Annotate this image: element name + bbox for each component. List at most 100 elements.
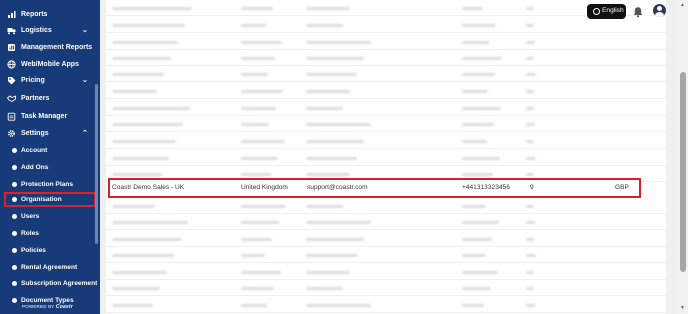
obscured-cell bbox=[306, 107, 343, 110]
sidebar-subitem-roles[interactable]: Roles bbox=[0, 226, 100, 241]
obscured-cell bbox=[462, 205, 486, 208]
table-row-obscured[interactable] bbox=[106, 0, 666, 16]
sidebar-item-management-reports[interactable]: Management Reports bbox=[0, 39, 100, 55]
obscured-cell bbox=[112, 205, 155, 208]
obscured-cell bbox=[306, 287, 343, 290]
brand-logo: Coastr bbox=[55, 304, 73, 310]
obscured-cell bbox=[462, 157, 500, 160]
sidebar-subitem-add-ons[interactable]: Add Ons bbox=[0, 160, 100, 175]
sidebar-item-label: Settings bbox=[21, 129, 49, 137]
sidebar-item-pricing[interactable]: Pricing ⌄ bbox=[0, 72, 100, 88]
table-row-obscured[interactable] bbox=[106, 66, 666, 82]
bar-chart-icon bbox=[7, 10, 16, 19]
obscured-cell bbox=[462, 7, 483, 10]
sidebar-item-partners[interactable]: Partners bbox=[0, 90, 100, 106]
sidebar-subitem-protection-plans[interactable]: Protection Plans bbox=[0, 177, 100, 192]
scroll-down-arrow-icon[interactable]: ▼ bbox=[680, 305, 685, 311]
obscured-cell bbox=[241, 140, 285, 143]
obscured-cell bbox=[112, 57, 171, 60]
obscured-cell bbox=[462, 123, 494, 126]
table-row-highlighted[interactable]: Coastr Demo Sales - UK United Kingdom su… bbox=[108, 178, 641, 198]
sidebar-item-web-mobile-apps[interactable]: Web/Mobile Apps bbox=[0, 56, 100, 72]
obscured-cell bbox=[241, 173, 271, 176]
sidebar-item-label: Subscription Agreement bbox=[21, 280, 98, 287]
obscured-cell bbox=[306, 57, 364, 60]
clipboard-icon bbox=[7, 112, 16, 121]
obscured-cell bbox=[306, 205, 343, 208]
cell-count: 9 bbox=[530, 184, 534, 191]
table-row-obscured[interactable] bbox=[106, 264, 666, 280]
obscured-cell bbox=[526, 24, 534, 27]
obscured-cell bbox=[241, 221, 279, 224]
bullet-icon bbox=[12, 214, 17, 219]
table-row-obscured[interactable] bbox=[106, 116, 666, 132]
obscured-cell bbox=[526, 7, 534, 10]
table-row-obscured[interactable] bbox=[106, 17, 666, 33]
obscured-cell bbox=[526, 90, 534, 93]
cell-email: support@coastr.com bbox=[307, 184, 368, 191]
table-row-obscured[interactable] bbox=[106, 34, 666, 50]
avatar-body bbox=[655, 12, 664, 17]
obscured-cell bbox=[526, 271, 534, 274]
obscured-cell bbox=[112, 123, 183, 126]
cell-organisation-name: Coastr Demo Sales - UK bbox=[112, 184, 185, 191]
sidebar-subitem-policies[interactable]: Policies bbox=[0, 243, 100, 258]
sidebar-subitem-users[interactable]: Users bbox=[0, 209, 100, 224]
sidebar-scrollbar[interactable] bbox=[95, 84, 98, 244]
obscured-cell bbox=[306, 304, 371, 307]
globe-icon bbox=[593, 8, 600, 15]
table-row-obscured[interactable] bbox=[106, 100, 666, 116]
obscured-cell bbox=[526, 157, 536, 160]
obscured-cell bbox=[306, 254, 357, 257]
sidebar-item-label: Task Manager bbox=[21, 112, 68, 120]
sidebar-item-label: Protection Plans bbox=[21, 181, 74, 188]
sidebar-subitem-account[interactable]: Account bbox=[0, 143, 100, 158]
sidebar-item-logistics[interactable]: Logistics ⌄ bbox=[0, 22, 100, 38]
sidebar-item-label: Web/Mobile Apps bbox=[21, 60, 79, 68]
report-icon bbox=[7, 43, 16, 52]
table-row-obscured[interactable] bbox=[106, 83, 666, 99]
organisation-table bbox=[106, 0, 666, 314]
obscured-cell bbox=[112, 173, 162, 176]
obscured-cell bbox=[526, 254, 536, 257]
table-row-obscured[interactable] bbox=[106, 133, 666, 149]
obscured-cell bbox=[241, 7, 273, 10]
obscured-cell bbox=[112, 7, 192, 10]
chevron-up-icon: ⌃ bbox=[82, 130, 88, 137]
sidebar-item-task-manager[interactable]: Task Manager bbox=[0, 108, 100, 124]
table-row-obscured[interactable] bbox=[106, 297, 666, 313]
obscured-cell bbox=[462, 24, 496, 27]
obscured-cell bbox=[112, 254, 174, 257]
sidebar-item-label: Management Reports bbox=[21, 43, 93, 51]
table-row-obscured[interactable] bbox=[106, 214, 666, 230]
page-scrollbar-thumb[interactable] bbox=[680, 72, 686, 272]
user-avatar[interactable] bbox=[653, 4, 666, 17]
table-row-obscured[interactable] bbox=[106, 280, 666, 296]
obscured-cell bbox=[241, 24, 266, 27]
notification-bell-icon[interactable] bbox=[632, 5, 644, 18]
table-row-obscured[interactable] bbox=[106, 150, 666, 166]
obscured-cell bbox=[526, 238, 534, 241]
sidebar-item-label: Rental Agreement bbox=[21, 264, 78, 271]
app-root: Reports Logistics ⌄ Management Reports W… bbox=[0, 0, 688, 314]
sidebar-item-reports[interactable]: Reports bbox=[0, 6, 100, 22]
obscured-cell bbox=[241, 254, 265, 257]
powered-by-text: POWERED BY bbox=[22, 304, 55, 309]
table-row-obscured[interactable] bbox=[106, 50, 666, 66]
obscured-cell bbox=[112, 221, 188, 224]
table-row-obscured[interactable] bbox=[106, 198, 666, 214]
obscured-cell bbox=[462, 107, 501, 110]
obscured-cell bbox=[306, 157, 357, 160]
scroll-up-arrow-icon[interactable]: ▲ bbox=[680, 2, 685, 8]
sidebar-subitem-subscription-agreement[interactable]: Subscription Agreement bbox=[0, 276, 100, 291]
table-row-obscured[interactable] bbox=[106, 247, 666, 263]
obscured-cell bbox=[526, 287, 534, 290]
sidebar-subitem-organisation[interactable]: Organisation bbox=[4, 192, 96, 207]
obscured-cell bbox=[241, 304, 267, 307]
obscured-cell bbox=[241, 238, 272, 241]
sidebar-item-settings[interactable]: Settings ⌃ bbox=[0, 125, 100, 141]
obscured-cell bbox=[306, 123, 371, 126]
sidebar-subitem-rental-agreement[interactable]: Rental Agreement bbox=[0, 260, 100, 275]
table-row-obscured[interactable] bbox=[106, 231, 666, 247]
language-button[interactable]: English bbox=[587, 4, 626, 19]
